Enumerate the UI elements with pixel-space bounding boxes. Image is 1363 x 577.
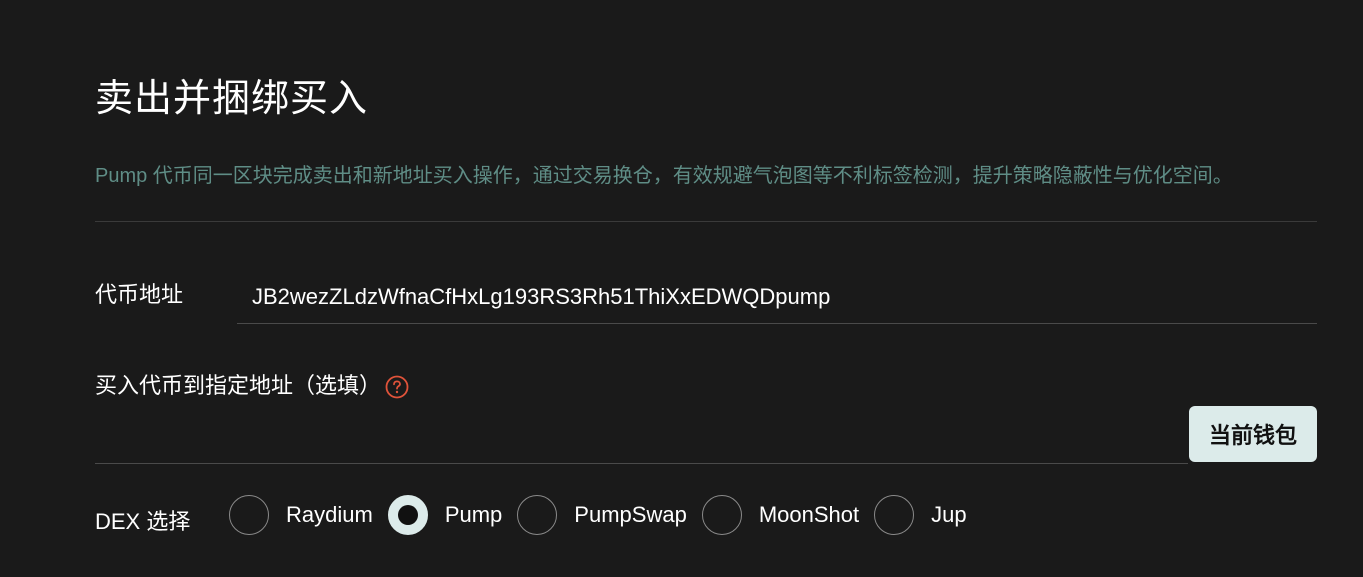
- dex-radio-group: Raydium Pump PumpSwap MoonShot Jup: [229, 494, 982, 536]
- page-description: Pump 代币同一区块完成卖出和新地址买入操作，通过交易换仓，有效规避气泡图等不…: [95, 165, 1233, 187]
- current-wallet-button[interactable]: 当前钱包: [1189, 406, 1317, 462]
- question-circle-icon[interactable]: [385, 375, 409, 399]
- token-address-label: 代币地址: [95, 282, 184, 307]
- dex-option-label: PumpSwap: [574, 502, 687, 527]
- radio-button[interactable]: [229, 495, 269, 535]
- dex-select-label: DEX 选择: [95, 509, 191, 534]
- radio-dot: [397, 505, 418, 525]
- buy-address-input[interactable]: [95, 410, 1188, 464]
- dex-option-jup[interactable]: Jup: [874, 495, 967, 535]
- dex-option-pumpswap[interactable]: PumpSwap: [517, 495, 687, 535]
- dex-option-pump[interactable]: Pump: [387, 495, 503, 535]
- page-title: 卖出并捆绑买入: [95, 78, 369, 120]
- dex-option-label: MoonShot: [758, 502, 860, 527]
- radio-button-checked[interactable]: [387, 495, 428, 535]
- dex-option-moonshot[interactable]: MoonShot: [701, 495, 860, 535]
- dex-option-label: Jup: [931, 502, 967, 527]
- divider: [95, 221, 1317, 222]
- radio-button[interactable]: [517, 495, 558, 535]
- buy-address-label-row: 买入代币到指定地址（选填）: [95, 371, 409, 401]
- buy-address-label: 买入代币到指定地址（选填）: [95, 373, 382, 398]
- token-address-input[interactable]: [237, 270, 1317, 324]
- radio-button[interactable]: [701, 495, 742, 535]
- dex-option-raydium[interactable]: Raydium: [229, 495, 373, 535]
- radio-button[interactable]: [874, 495, 915, 535]
- dex-option-label: Raydium: [286, 502, 373, 527]
- sell-and-bundle-buy-panel: 卖出并捆绑买入 Pump 代币同一区块完成卖出和新地址买入操作，通过交易换仓，有…: [0, 0, 1363, 577]
- dex-option-label: Pump: [444, 502, 503, 527]
